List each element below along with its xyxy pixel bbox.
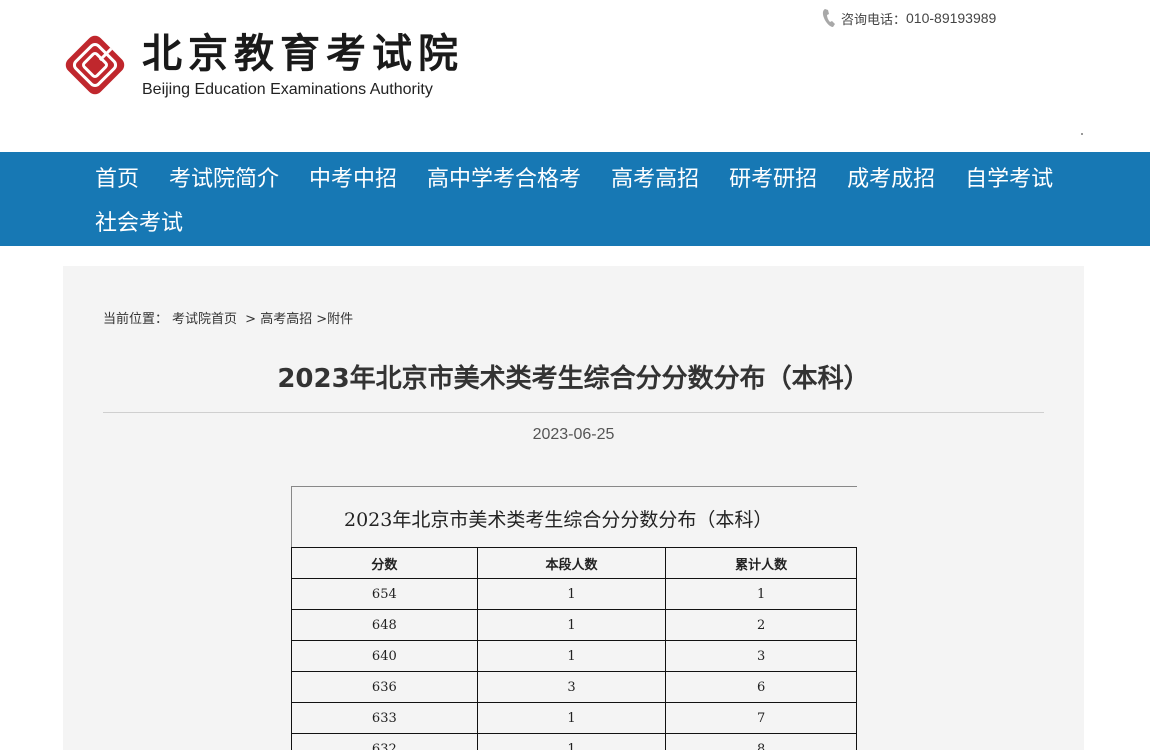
nav-item-home[interactable]: 首页 <box>80 158 154 202</box>
nav-item-yankao[interactable]: 研考研招 <box>714 158 832 202</box>
document-caption: 2023年北京市美术类考生综合分分数分布（本科） <box>344 509 773 531</box>
cell-cumulative-count: 7 <box>665 702 857 734</box>
table-row: 632 1 8 <box>291 733 857 750</box>
cell-score: 648 <box>291 609 478 641</box>
cell-score: 640 <box>291 640 478 672</box>
document-caption-box: 2023年北京市美术类考生综合分分数分布（本科） <box>291 486 857 548</box>
nav-item-xuekao[interactable]: 高中学考合格考 <box>412 158 596 202</box>
cell-segment-count: 1 <box>476 578 667 610</box>
attachment-document: 2023年北京市美术类考生综合分分数分布（本科） 分数 本段人数 累计人数 65… <box>291 486 857 750</box>
cell-cumulative-count: 6 <box>665 671 857 703</box>
cell-cumulative-count: 1 <box>665 578 857 610</box>
cell-score: 636 <box>291 671 478 703</box>
table-row: 640 1 3 <box>291 640 857 672</box>
column-header-segment-count: 本段人数 <box>476 547 667 579</box>
cell-score: 633 <box>291 702 478 734</box>
cell-segment-count: 1 <box>476 733 667 750</box>
site-logo[interactable]: 北京教育考试院 Beijing Education Examinations A… <box>60 30 464 100</box>
column-header-cumulative-count: 累计人数 <box>665 547 857 579</box>
cell-cumulative-count: 2 <box>665 609 857 641</box>
cell-segment-count: 3 <box>476 671 667 703</box>
breadcrumb-link-home[interactable]: 考试院首页 <box>172 312 237 327</box>
article-container: 当前位置： 考试院首页 > 高考高招 >附件 2023年北京市美术类考生综合分分数分… <box>63 266 1084 750</box>
cell-segment-count: 1 <box>476 702 667 734</box>
breadcrumb-link-gaokao[interactable]: > 高考高招 <box>245 312 312 327</box>
table-row: 633 1 7 <box>291 702 857 734</box>
title-divider <box>103 412 1044 413</box>
article-title: 2023年北京市美术类考生综合分分数分布（本科） <box>277 364 870 394</box>
decorative-dot <box>1081 133 1083 135</box>
score-distribution-table: 分数 本段人数 累计人数 654 1 1 648 1 2 640 1 3 636… <box>291 547 857 750</box>
cell-score: 654 <box>291 578 478 610</box>
cell-segment-count: 1 <box>476 640 667 672</box>
logo-chinese-name: 北京教育考试院 <box>142 30 464 77</box>
consult-phone: 咨询电话： 010-89193989 <box>822 8 996 28</box>
table-row: 654 1 1 <box>291 578 857 610</box>
logo-emblem-icon <box>60 30 130 100</box>
nav-item-shehui[interactable]: 社会考试 <box>80 202 198 246</box>
cell-cumulative-count: 8 <box>665 733 857 750</box>
table-header-row: 分数 本段人数 累计人数 <box>291 547 857 579</box>
phone-label: 咨询电话： <box>841 12 907 28</box>
nav-item-gaokao[interactable]: 高考高招 <box>596 158 714 202</box>
nav-item-about[interactable]: 考试院简介 <box>154 158 294 202</box>
breadcrumb-current: >附件 <box>316 312 354 327</box>
column-header-score: 分数 <box>291 547 478 579</box>
site-header: 北京教育考试院 Beijing Education Examinations A… <box>0 0 1150 152</box>
breadcrumb: 当前位置： 考试院首页 > 高考高招 >附件 <box>103 308 357 327</box>
cell-score: 632 <box>291 733 478 750</box>
publish-date: 2023-06-25 <box>532 426 615 443</box>
logo-english-name: Beijing Education Examinations Authority <box>142 81 433 98</box>
main-navigation: 首页 考试院简介 中考中招 高中学考合格考 高考高招 研考研招 成考成招 自学考… <box>0 152 1150 246</box>
table-row: 636 3 6 <box>291 671 857 703</box>
cell-segment-count: 1 <box>476 609 667 641</box>
cell-cumulative-count: 3 <box>665 640 857 672</box>
phone-number: 010-89193989 <box>906 10 997 26</box>
nav-item-chengkao[interactable]: 成考成招 <box>832 158 950 202</box>
phone-icon <box>822 9 835 27</box>
breadcrumb-prefix: 当前位置： <box>103 312 169 327</box>
nav-item-zixue[interactable]: 自学考试 <box>950 158 1068 202</box>
table-row: 648 1 2 <box>291 609 857 641</box>
nav-item-zhongkao[interactable]: 中考中招 <box>294 158 412 202</box>
